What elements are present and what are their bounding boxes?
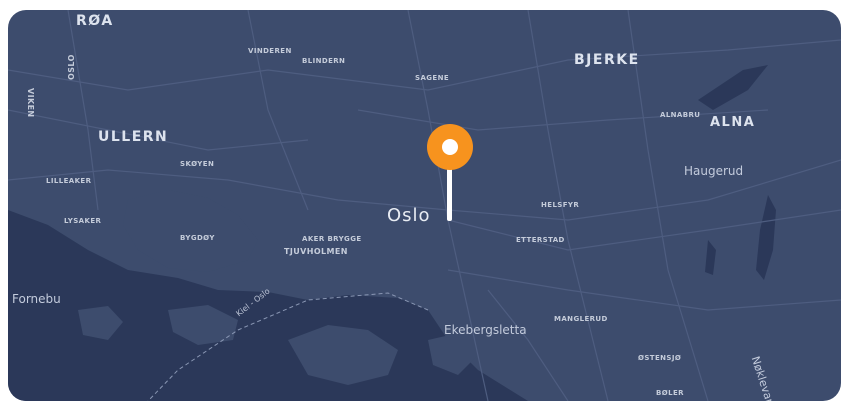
label-haugerud: Haugerud [684, 164, 744, 178]
label-vinderen: VINDEREN [248, 47, 292, 55]
label-aker-brygge: AKER BRYGGE [302, 235, 362, 243]
label-ekebergsletta: Ekebergsletta [444, 323, 527, 337]
label-alnabru: ALNABRU [660, 111, 701, 119]
label-lysaker: LYSAKER [64, 217, 102, 225]
pin-center [442, 139, 458, 155]
label-bygdoy: BYGDØY [180, 234, 215, 242]
label-etterstad: ETTERSTAD [516, 236, 565, 244]
label-manglerud: MANGLERUD [554, 315, 608, 323]
label-boler: BØLER [656, 389, 684, 397]
label-blindern: BLINDERN [302, 57, 346, 65]
label-ullern: ULLERN [98, 129, 169, 145]
label-fornebu: Fornebu [12, 292, 61, 306]
label-alna: ALNA [710, 115, 756, 130]
label-skoyen: SKØYEN [180, 160, 215, 168]
fjord-water [8, 210, 528, 401]
label-bjerke: BJERKE [574, 52, 640, 68]
location-pin-icon[interactable] [420, 123, 480, 223]
map-view[interactable]: RØA VINDEREN BLINDERN SAGENE BJERKE VIKE… [8, 10, 841, 401]
label-helsfyr: HELSFYR [541, 201, 580, 209]
label-viken: VIKEN [26, 88, 35, 118]
label-tjuvholmen: TJUVHOLMEN [284, 247, 348, 256]
label-oslo-county: OSLO [67, 54, 76, 80]
label-sagene: SAGENE [415, 74, 450, 82]
label-lilleaker: LILLEAKER [46, 177, 92, 185]
label-ostensjo: ØSTENSJØ [638, 354, 682, 362]
label-roa: RØA [76, 13, 114, 29]
